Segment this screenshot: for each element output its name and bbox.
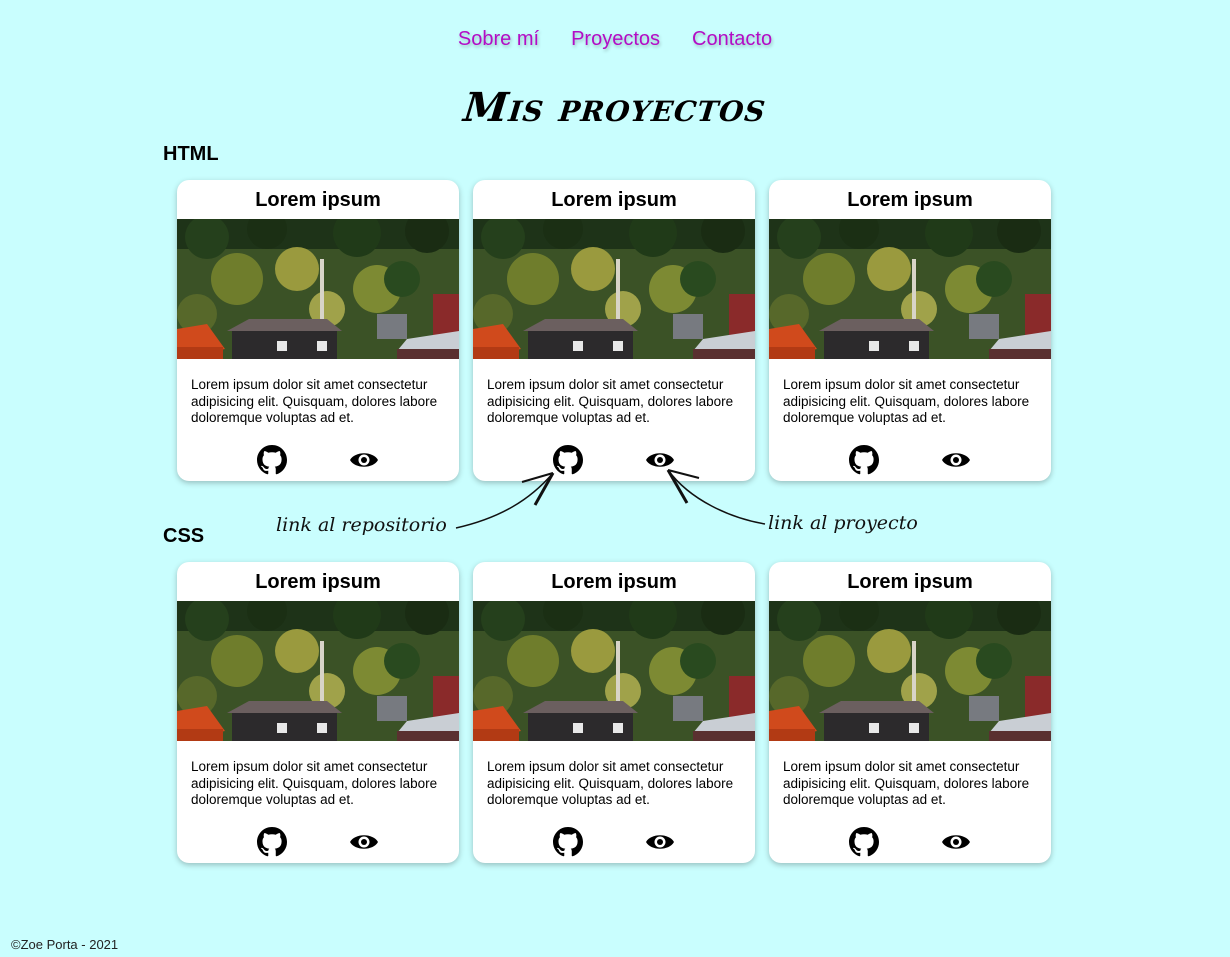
card-title: Lorem ipsum bbox=[255, 189, 381, 211]
card-links bbox=[769, 445, 1051, 475]
card-links bbox=[769, 827, 1051, 857]
main-nav: Sobre mí Proyectos Contacto bbox=[0, 28, 1230, 51]
card-description: Lorem ipsum dolor sit amet consectetur a… bbox=[191, 759, 438, 807]
eye-icon[interactable] bbox=[645, 827, 675, 857]
card-description: Lorem ipsum dolor sit amet consectetur a… bbox=[783, 377, 1030, 425]
eye-icon[interactable] bbox=[941, 445, 971, 475]
nav-link-contacto[interactable]: Contacto bbox=[692, 28, 772, 51]
project-card: Lorem ipsum Lorem ipsum dolor sit amet c… bbox=[473, 562, 755, 863]
project-card: Lorem ipsum Lorem ipsum dolor sit amet c… bbox=[177, 180, 459, 481]
page-title: Mis proyectos bbox=[461, 84, 769, 131]
card-description: Lorem ipsum dolor sit amet consectetur a… bbox=[191, 377, 438, 425]
section-title-css: CSS bbox=[163, 525, 205, 547]
card-description: Lorem ipsum dolor sit amet consectetur a… bbox=[487, 377, 734, 425]
eye-icon[interactable] bbox=[941, 827, 971, 857]
card-title: Lorem ipsum bbox=[255, 571, 381, 593]
card-links bbox=[177, 445, 459, 475]
project-card: Lorem ipsum Lorem ipsum dolor sit amet c… bbox=[177, 562, 459, 863]
card-image bbox=[473, 601, 755, 741]
nav-link-sobre-mi[interactable]: Sobre mí bbox=[458, 28, 539, 51]
annotation-project: link al proyecto bbox=[768, 512, 918, 534]
card-title: Lorem ipsum bbox=[847, 571, 973, 593]
arrow-to-repo bbox=[455, 472, 554, 529]
project-card: Lorem ipsum Lorem ipsum dolor sit amet c… bbox=[769, 180, 1051, 481]
card-description: Lorem ipsum dolor sit amet consectetur a… bbox=[783, 759, 1030, 807]
section-title-html: HTML bbox=[163, 143, 219, 165]
eye-icon[interactable] bbox=[349, 827, 379, 857]
project-card: Lorem ipsum Lorem ipsum dolor sit amet c… bbox=[769, 562, 1051, 863]
github-icon[interactable] bbox=[849, 445, 879, 475]
card-title: Lorem ipsum bbox=[551, 189, 677, 211]
card-image bbox=[177, 219, 459, 359]
card-image bbox=[769, 219, 1051, 359]
project-grid-html: Lorem ipsum Lorem ipsum dolor sit amet c… bbox=[177, 180, 1053, 481]
eye-icon[interactable] bbox=[349, 445, 379, 475]
eye-icon[interactable] bbox=[645, 445, 675, 475]
card-image bbox=[473, 219, 755, 359]
project-card: Lorem ipsum Lorem ipsum dolor sit amet c… bbox=[473, 180, 755, 481]
card-links bbox=[177, 827, 459, 857]
card-title: Lorem ipsum bbox=[847, 189, 973, 211]
github-icon[interactable] bbox=[257, 827, 287, 857]
card-description: Lorem ipsum dolor sit amet consectetur a… bbox=[487, 759, 734, 807]
nav-link-proyectos[interactable]: Proyectos bbox=[571, 28, 660, 51]
card-image bbox=[769, 601, 1051, 741]
card-title: Lorem ipsum bbox=[551, 571, 677, 593]
project-grid-css: Lorem ipsum Lorem ipsum dolor sit amet c… bbox=[177, 562, 1053, 863]
github-icon[interactable] bbox=[257, 445, 287, 475]
github-icon[interactable] bbox=[849, 827, 879, 857]
annotation-repo: link al repositorio bbox=[276, 514, 447, 536]
card-links bbox=[473, 827, 755, 857]
github-icon[interactable] bbox=[553, 827, 583, 857]
card-links bbox=[473, 445, 755, 475]
github-icon[interactable] bbox=[553, 445, 583, 475]
footer-copyright: ©Zoe Porta - 2021 bbox=[11, 937, 119, 952]
card-image bbox=[177, 601, 459, 741]
